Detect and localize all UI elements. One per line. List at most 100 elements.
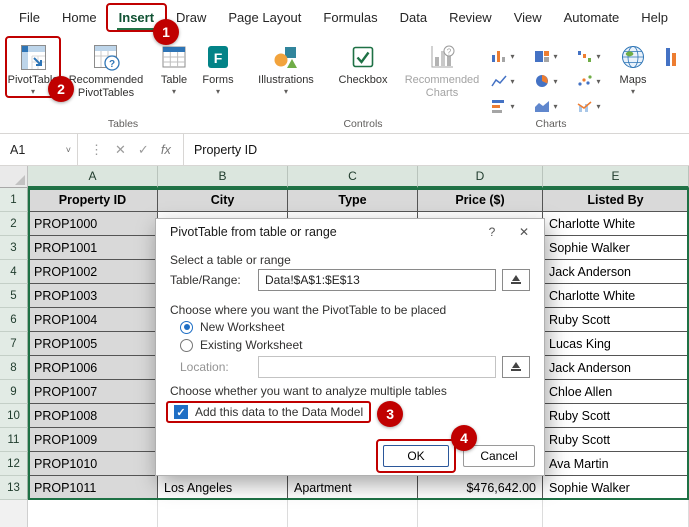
column-header-D[interactable]: D xyxy=(418,166,543,188)
insert-function-icon[interactable]: fx xyxy=(161,142,171,157)
tab-insert[interactable]: Insert 1 xyxy=(108,4,165,31)
formula-bar-content[interactable]: Property ID xyxy=(184,134,689,165)
insert-combo-chart-button[interactable]: ▾ xyxy=(568,94,610,118)
existing-worksheet-option[interactable]: Existing Worksheet xyxy=(180,338,303,352)
cell-A4[interactable]: PROP1002 xyxy=(28,260,158,284)
row-header-12[interactable]: 12 xyxy=(0,452,28,476)
tab-data[interactable]: Data xyxy=(389,4,438,31)
cell-partial[interactable] xyxy=(543,500,689,527)
row-header-5[interactable]: 5 xyxy=(0,284,28,308)
tab-view[interactable]: View xyxy=(503,4,553,31)
checkbox-button[interactable]: Checkbox xyxy=(332,38,394,87)
cell-D13[interactable]: $476,642.00 xyxy=(418,476,543,500)
cell-A11[interactable]: PROP1009 xyxy=(28,428,158,452)
insert-hierarchy-chart-button[interactable]: ▾ xyxy=(525,44,567,68)
cell-E12[interactable]: Ava Martin xyxy=(543,452,689,476)
tab-review[interactable]: Review xyxy=(438,4,503,31)
row-header-partial[interactable] xyxy=(0,500,28,527)
column-header-C[interactable]: C xyxy=(288,166,418,188)
insert-scatter-chart-button[interactable]: ▾ xyxy=(568,69,610,93)
forms-button[interactable]: F Forms ▾ xyxy=(196,38,240,96)
row-header-3[interactable]: 3 xyxy=(0,236,28,260)
collapse-dialog-button[interactable] xyxy=(502,356,530,378)
cell-C13[interactable]: Apartment xyxy=(288,476,418,500)
help-icon[interactable]: ? xyxy=(476,220,508,244)
row-header-11[interactable]: 11 xyxy=(0,428,28,452)
row-header-13[interactable]: 13 xyxy=(0,476,28,500)
select-all-corner[interactable] xyxy=(0,166,28,188)
cancel-entry-icon[interactable]: ✕ xyxy=(115,142,126,158)
illustrations-button[interactable]: Illustrations ▾ xyxy=(248,38,324,96)
maps-button[interactable]: Maps ▾ xyxy=(610,38,656,96)
insert-pie-chart-button[interactable]: ▾ xyxy=(525,69,567,93)
row-header-2[interactable]: 2 xyxy=(0,212,28,236)
row-header-8[interactable]: 8 xyxy=(0,356,28,380)
row-header-7[interactable]: 7 xyxy=(0,332,28,356)
splitter-dots-icon[interactable]: ⋮ xyxy=(90,142,103,158)
cell-A10[interactable]: PROP1008 xyxy=(28,404,158,428)
cell-A3[interactable]: PROP1001 xyxy=(28,236,158,260)
row-header-6[interactable]: 6 xyxy=(0,308,28,332)
cell-A9[interactable]: PROP1007 xyxy=(28,380,158,404)
cell-E9[interactable]: Chloe Allen xyxy=(543,380,689,404)
cell-E10[interactable]: Ruby Scott xyxy=(543,404,689,428)
row-header-10[interactable]: 10 xyxy=(0,404,28,428)
row-header-4[interactable]: 4 xyxy=(0,260,28,284)
cell-E1[interactable]: Listed By xyxy=(543,188,689,212)
cell-partial[interactable] xyxy=(418,500,543,527)
enter-entry-icon[interactable]: ✓ xyxy=(138,142,149,158)
cell-partial[interactable] xyxy=(28,500,158,527)
cancel-button[interactable]: Cancel xyxy=(463,445,535,467)
insert-area-chart-button[interactable]: ▾ xyxy=(525,94,567,118)
column-header-A[interactable]: A xyxy=(28,166,158,188)
cell-A7[interactable]: PROP1005 xyxy=(28,332,158,356)
cell-A2[interactable]: PROP1000 xyxy=(28,212,158,236)
cell-A6[interactable]: PROP1004 xyxy=(28,308,158,332)
cell-E5[interactable]: Charlotte White xyxy=(543,284,689,308)
cell-C1[interactable]: Type xyxy=(288,188,418,212)
tab-page-layout[interactable]: Page Layout xyxy=(217,4,312,31)
cell-E6[interactable]: Ruby Scott xyxy=(543,308,689,332)
location-input[interactable] xyxy=(258,356,496,378)
insert-line-chart-button[interactable]: ▾ xyxy=(482,69,524,93)
pivotchart-button-partial[interactable] xyxy=(656,38,689,72)
cell-E3[interactable]: Sophie Walker xyxy=(543,236,689,260)
tab-help[interactable]: Help xyxy=(630,4,679,31)
insert-bar-chart-button[interactable]: ▾ xyxy=(482,94,524,118)
column-header-B[interactable]: B xyxy=(158,166,288,188)
insert-waterfall-chart-button[interactable]: ▾ xyxy=(568,44,610,68)
name-box[interactable]: A1 ˅ xyxy=(0,134,78,165)
insert-column-chart-button[interactable]: ▾ xyxy=(482,44,524,68)
tab-home[interactable]: Home xyxy=(51,4,108,31)
cell-D1[interactable]: Price ($) xyxy=(418,188,543,212)
pivottable-button[interactable]: PivotTable ▾ 2 xyxy=(6,38,60,96)
table-range-input[interactable] xyxy=(258,269,496,291)
tab-formulas[interactable]: Formulas xyxy=(312,4,388,31)
cell-partial[interactable] xyxy=(288,500,418,527)
collapse-dialog-button[interactable] xyxy=(502,269,530,291)
table-button[interactable]: Table ▾ xyxy=(152,38,196,96)
recommended-charts-button[interactable]: ? Recommended Charts xyxy=(402,38,482,99)
cell-E11[interactable]: Ruby Scott xyxy=(543,428,689,452)
cell-E8[interactable]: Jack Anderson xyxy=(543,356,689,380)
cell-A12[interactable]: PROP1010 xyxy=(28,452,158,476)
column-header-E[interactable]: E xyxy=(543,166,689,188)
cell-E4[interactable]: Jack Anderson xyxy=(543,260,689,284)
cell-partial[interactable] xyxy=(158,500,288,527)
row-header-1[interactable]: 1 xyxy=(0,188,28,212)
close-icon[interactable]: ✕ xyxy=(508,220,540,244)
cell-B13[interactable]: Los Angeles xyxy=(158,476,288,500)
cell-A1[interactable]: Property ID xyxy=(28,188,158,212)
cell-E13[interactable]: Sophie Walker xyxy=(543,476,689,500)
cell-B1[interactable]: City xyxy=(158,188,288,212)
cell-A8[interactable]: PROP1006 xyxy=(28,356,158,380)
new-worksheet-option[interactable]: New Worksheet xyxy=(180,320,284,334)
row-header-9[interactable]: 9 xyxy=(0,380,28,404)
cell-A5[interactable]: PROP1003 xyxy=(28,284,158,308)
cell-E2[interactable]: Charlotte White xyxy=(543,212,689,236)
tab-automate[interactable]: Automate xyxy=(553,4,631,31)
ok-button[interactable]: OK xyxy=(383,445,449,467)
add-to-data-model-option[interactable]: ✓ Add this data to the Data Model 3 xyxy=(166,401,371,423)
cell-E7[interactable]: Lucas King xyxy=(543,332,689,356)
cell-A13[interactable]: PROP1011 xyxy=(28,476,158,500)
